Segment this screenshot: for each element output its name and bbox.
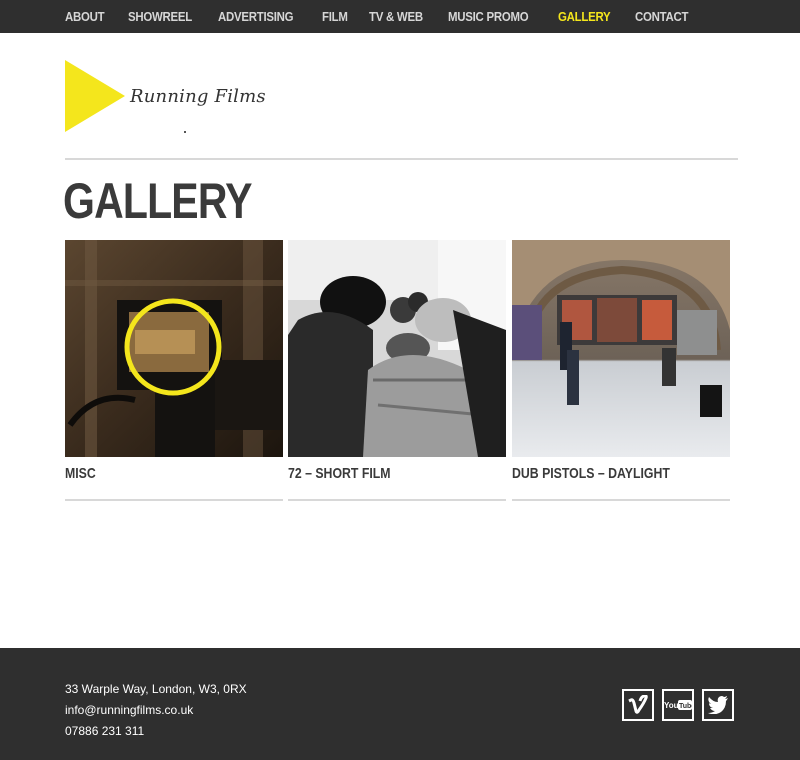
vimeo-icon[interactable] [622, 689, 654, 721]
svg-text:Tube: Tube [679, 703, 692, 710]
skate-tunnel-photo[interactable] [512, 240, 730, 457]
twitter-icon[interactable] [702, 689, 734, 721]
gallery-item-dub-pistols[interactable]: DUB PISTOLS – DAYLIGHT [512, 240, 730, 501]
youtube-icon[interactable]: You Tube [662, 689, 694, 721]
gallery-caption[interactable]: DUB PISTOLS – DAYLIGHT [512, 465, 691, 485]
gallery-item-misc[interactable]: MISC [65, 240, 283, 501]
svg-text:You: You [664, 701, 679, 710]
gallery-item-divider [512, 499, 730, 501]
phone: 07886 231 311 [65, 724, 145, 738]
gallery-item-72-short-film[interactable]: 72 – SHORT FILM [288, 240, 506, 501]
email-link[interactable]: info@runningfilms.co.uk [65, 700, 247, 721]
nav-about[interactable]: ABOUT [65, 9, 105, 24]
nav-music-promo[interactable]: MUSIC PROMO [448, 9, 529, 24]
logo-dot [184, 131, 186, 133]
gallery-item-divider [65, 499, 283, 501]
logo-text[interactable]: Running Films [130, 86, 266, 107]
contact-details: 33 Warple Way, London, W3, 0RX info@runn… [65, 679, 247, 742]
nav-gallery[interactable]: GALLERY [558, 9, 611, 24]
footer: 33 Warple Way, London, W3, 0RX info@runn… [0, 648, 800, 760]
address: 33 Warple Way, London, W3, 0RX [65, 682, 247, 696]
nav-showreel[interactable]: SHOWREEL [128, 9, 192, 24]
top-navigation: ABOUT SHOWREEL ADVERTISING FILM TV & WEB… [0, 0, 800, 33]
nav-tv-web[interactable]: TV & WEB [369, 9, 423, 24]
page-title: GALLERY [63, 173, 252, 229]
nav-film[interactable]: FILM [322, 9, 348, 24]
camera-monitor-photo[interactable] [65, 240, 283, 457]
gallery-item-divider [288, 499, 506, 501]
header-divider [65, 158, 738, 160]
nav-advertising[interactable]: ADVERTISING [218, 9, 294, 24]
nav-contact[interactable]: CONTACT [635, 9, 688, 24]
gallery-caption[interactable]: MISC [65, 465, 244, 485]
gallery-caption[interactable]: 72 – SHORT FILM [288, 465, 467, 485]
film-crew-photo[interactable] [288, 240, 506, 457]
